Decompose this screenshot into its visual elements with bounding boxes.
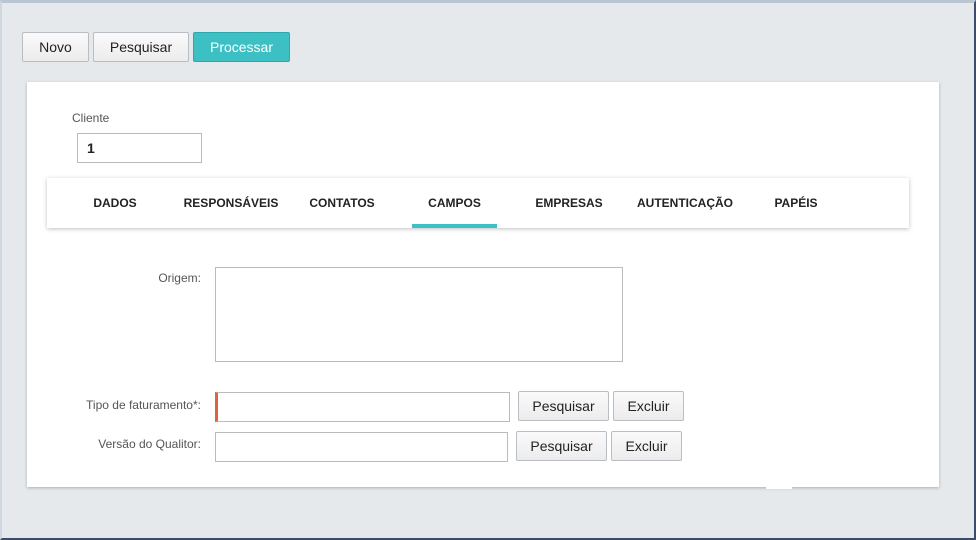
tab-papeis[interactable]: PAPÉIS	[770, 178, 822, 228]
tab-bar: DADOS RESPONSÁVEIS CONTATOS CAMPOS EMPRE…	[47, 178, 909, 228]
pesquisar-button[interactable]: Pesquisar	[93, 32, 189, 62]
tipo-faturamento-pesquisar-button[interactable]: Pesquisar	[518, 391, 609, 421]
cliente-input[interactable]: 1	[77, 133, 202, 163]
origem-textarea[interactable]	[215, 267, 623, 362]
cliente-label: Cliente	[72, 111, 110, 125]
versao-qualitor-pesquisar-button[interactable]: Pesquisar	[516, 431, 607, 461]
tab-contatos[interactable]: CONTATOS	[305, 178, 379, 228]
tipo-faturamento-label: Tipo de faturamento*:	[86, 398, 201, 412]
tipo-faturamento-excluir-button[interactable]: Excluir	[613, 391, 684, 421]
tab-autenticacao[interactable]: AUTENTICAÇÃO	[635, 178, 735, 228]
tipo-faturamento-input[interactable]	[215, 392, 510, 422]
versao-qualitor-excluir-button[interactable]: Excluir	[611, 431, 682, 461]
processar-button[interactable]: Processar	[193, 32, 290, 62]
versao-qualitor-label: Versão do Qualitor:	[98, 437, 201, 451]
tab-responsaveis[interactable]: RESPONSÁVEIS	[183, 178, 279, 228]
card-notch	[766, 485, 792, 489]
novo-button[interactable]: Novo	[22, 32, 89, 62]
origem-label: Origem:	[158, 271, 201, 285]
tab-campos[interactable]: CAMPOS	[412, 178, 497, 228]
tab-empresas[interactable]: EMPRESAS	[531, 178, 607, 228]
toolbar: Novo Pesquisar Processar	[22, 32, 290, 62]
tab-dados[interactable]: DADOS	[87, 178, 143, 228]
form-card: Cliente 1 DADOS RESPONSÁVEIS CONTATOS CA…	[27, 82, 939, 489]
versao-qualitor-input[interactable]	[215, 432, 508, 462]
